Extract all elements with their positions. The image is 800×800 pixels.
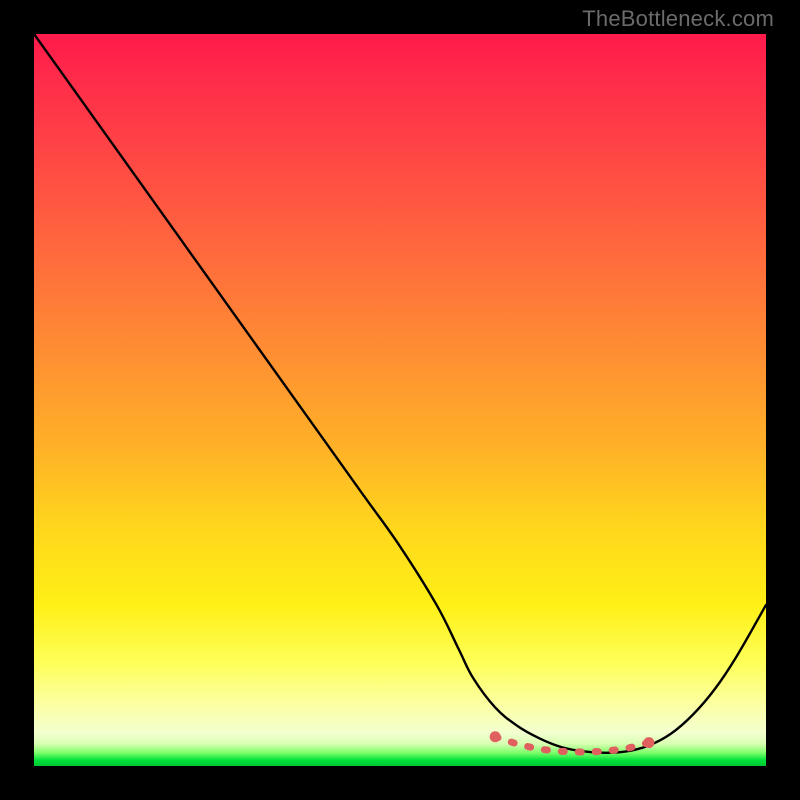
- bottleneck-curve: [34, 34, 766, 753]
- watermark-text: TheBottleneck.com: [582, 6, 774, 32]
- chart-svg: [34, 34, 766, 766]
- optimal-range-endpoint: [490, 731, 501, 742]
- optimal-range-endpoint: [643, 737, 654, 748]
- plot-area: [34, 34, 766, 766]
- chart-frame: TheBottleneck.com: [0, 0, 800, 800]
